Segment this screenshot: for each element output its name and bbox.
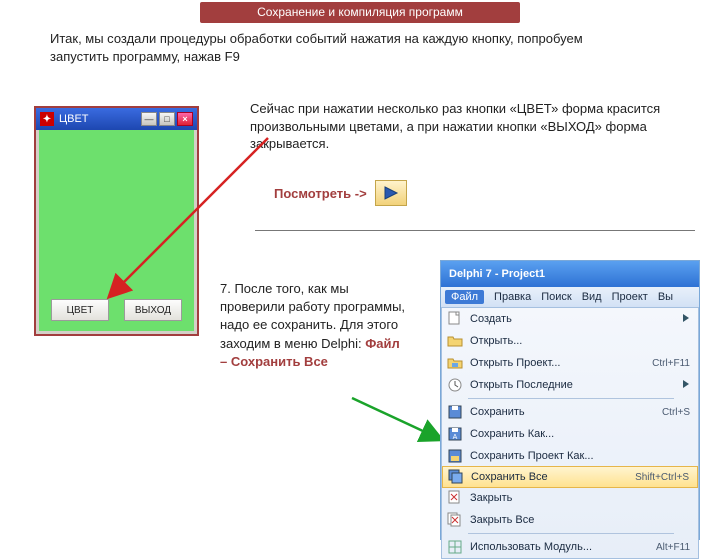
- menu-item-сохранить-как-[interactable]: A Сохранить Как...: [442, 423, 698, 445]
- menu-item-shortcut: Shift+Ctrl+S: [635, 472, 689, 483]
- minimize-icon[interactable]: —: [141, 112, 157, 126]
- menu-item-label: Закрыть Все: [470, 514, 684, 526]
- menu-item-label: Открыть Последние: [470, 379, 670, 391]
- menu-item-сохранить-проект-как-[interactable]: Сохранить Проект Как...: [442, 445, 698, 467]
- menu-item-label: Создать: [470, 313, 670, 325]
- menu-item-label: Сохранить Как...: [470, 428, 684, 440]
- close-icon[interactable]: ×: [177, 112, 193, 126]
- menu-item-открыть-[interactable]: Открыть...: [442, 330, 698, 352]
- description-text: Сейчас при нажатии несколько раз кнопки …: [250, 100, 690, 153]
- menu-item-label: Сохранить Проект Как...: [470, 450, 684, 462]
- svg-text:A: A: [453, 434, 458, 441]
- menu-item-shortcut: Ctrl+S: [662, 407, 690, 418]
- unit-icon: [446, 539, 464, 555]
- form-client-area: ЦВЕТ ВЫХОД: [39, 130, 194, 331]
- exit-button[interactable]: ВЫХОД: [124, 299, 182, 321]
- menu-item-открыть-последние[interactable]: Открыть Последние: [442, 374, 698, 396]
- green-arrow-icon: [350, 390, 450, 450]
- doc-x-icon: [446, 490, 464, 506]
- form-titlebar: ✦ ЦВЕТ — □ ×: [36, 108, 197, 130]
- file-menu-dropdown: Создать Открыть... Открыть Проект... Ctrl+F…: [441, 307, 699, 559]
- play-icon: [375, 180, 407, 206]
- slide-title: Сохранение и компиляция программ: [200, 2, 520, 23]
- menu-edit[interactable]: Правка: [494, 291, 531, 303]
- menu-item-label: Открыть...: [470, 335, 684, 347]
- clock-icon: [446, 377, 464, 393]
- disk-proj-icon: [446, 448, 464, 464]
- form-title-text: ЦВЕТ: [59, 113, 89, 125]
- intro-text: Итак, мы создали процедуры обработки соб…: [50, 30, 610, 65]
- divider: [255, 230, 695, 231]
- menu-item-label: Закрыть: [470, 492, 684, 504]
- menu-item-открыть-проект-[interactable]: Открыть Проект... Ctrl+F11: [442, 352, 698, 374]
- color-button[interactable]: ЦВЕТ: [51, 299, 109, 321]
- form-app-icon: ✦: [40, 112, 54, 126]
- menu-item-label: Сохранить: [470, 406, 656, 418]
- disk-as-icon: A: [446, 426, 464, 442]
- menu-item-сохранить-все[interactable]: Сохранить Все Shift+Ctrl+S: [442, 466, 698, 488]
- menu-item-label: Сохранить Все: [471, 471, 629, 483]
- folder-icon: [446, 333, 464, 349]
- menu-item-создать[interactable]: Создать: [442, 308, 698, 330]
- menu-separator: [468, 398, 674, 399]
- disk-icon: [446, 404, 464, 420]
- menu-view[interactable]: Вид: [582, 291, 602, 303]
- menu-item-shortcut: Alt+F11: [656, 542, 690, 553]
- look-button[interactable]: Посмотреть ->: [274, 180, 407, 206]
- menu-more[interactable]: Вы: [658, 291, 673, 303]
- menu-item-закрыть-все[interactable]: Закрыть Все: [442, 509, 698, 531]
- look-label: Посмотреть ->: [274, 186, 367, 201]
- menu-search[interactable]: Поиск: [541, 291, 571, 303]
- disks-icon: [447, 469, 465, 485]
- menu-item-label: Открыть Проект...: [470, 357, 646, 369]
- delphi-ide-window: Delphi 7 - Project1 Файл Правка Поиск Ви…: [440, 260, 700, 540]
- step7-text: 7. После того, как мы проверили работу п…: [220, 280, 410, 371]
- menu-item-shortcut: Ctrl+F11: [652, 358, 690, 369]
- submenu-arrow-icon: [682, 379, 690, 392]
- menu-separator: [468, 533, 674, 534]
- menu-item-сохранить[interactable]: Сохранить Ctrl+S: [442, 401, 698, 423]
- menu-project[interactable]: Проект: [612, 291, 648, 303]
- menu-file[interactable]: Файл: [445, 290, 484, 304]
- ide-titlebar: Delphi 7 - Project1: [441, 261, 699, 287]
- sample-form-window: ✦ ЦВЕТ — □ × ЦВЕТ ВЫХОД: [34, 106, 199, 336]
- menu-item-label: Использовать Модуль...: [470, 541, 650, 553]
- folder-proj-icon: [446, 355, 464, 371]
- submenu-arrow-icon: [682, 313, 690, 326]
- menu-item-закрыть[interactable]: Закрыть: [442, 487, 698, 509]
- maximize-icon[interactable]: □: [159, 112, 175, 126]
- menu-item-использовать-модуль-[interactable]: Использовать Модуль... Alt+F11: [442, 536, 698, 558]
- docs-x-icon: [446, 512, 464, 528]
- doc-new-icon: [446, 311, 464, 327]
- ide-menubar: Файл Правка Поиск Вид Проект Вы: [441, 287, 699, 307]
